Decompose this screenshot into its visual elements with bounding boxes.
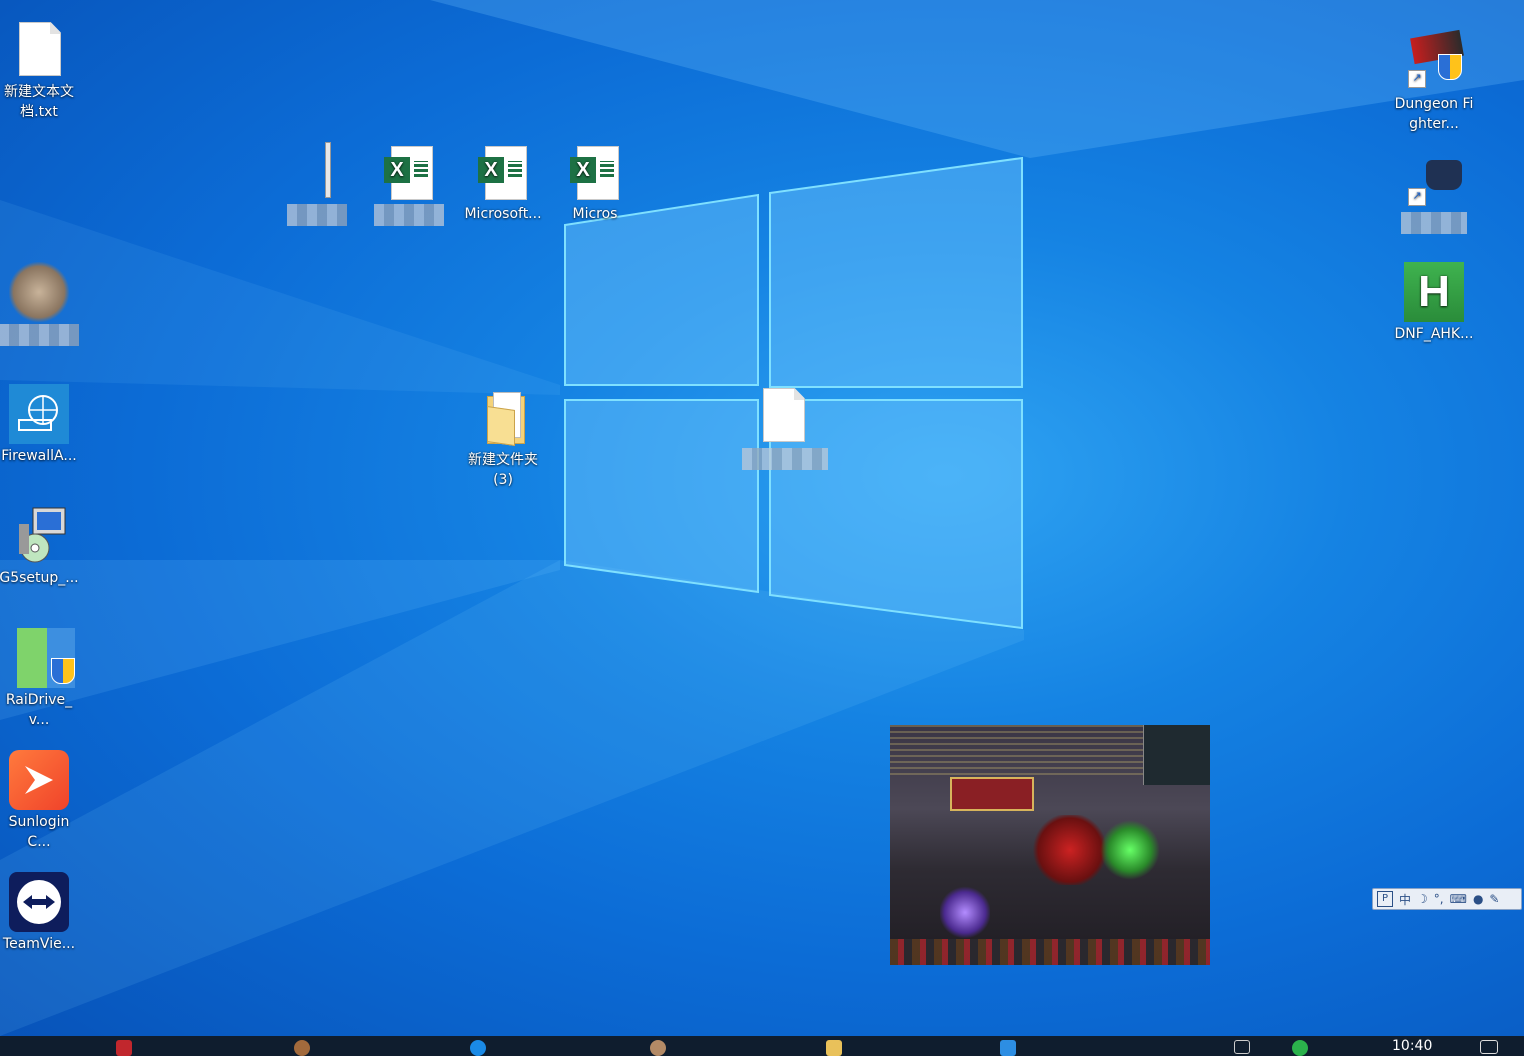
desktop-icon-label: Micros [572, 206, 618, 222]
game-minimap [1143, 725, 1210, 785]
obscured-label [1401, 212, 1467, 234]
obscured-label [742, 448, 828, 470]
desktop-icon-excel[interactable]: X Microsoft... [462, 142, 544, 224]
avatar-app-icon [294, 1040, 310, 1056]
keyboard-icon[interactable]: ⌨ [1450, 892, 1467, 906]
desktop-icon-obscured-shortcut[interactable]: ↗ [1392, 150, 1476, 240]
taskbar-item-browser[interactable] [470, 1040, 496, 1056]
desktop-icon-label: G5setup_... [0, 570, 79, 586]
desktop-icon-blank-file[interactable] [742, 386, 828, 476]
teamviewer-icon [9, 872, 69, 932]
game-window-preview[interactable] [890, 725, 1210, 965]
taskbar-clock[interactable]: 10:40 [1392, 1038, 1432, 1054]
desktop-icon-obscured-file[interactable] [276, 142, 358, 232]
shortcut-arrow-icon: ↗ [1408, 188, 1426, 206]
game-banner [950, 777, 1034, 811]
desktop-icon-dnf-ahk[interactable]: H DNF_AHK... [1392, 262, 1476, 344]
excel-icon: X [379, 142, 439, 202]
shield-icon [51, 658, 75, 684]
file-icon [287, 142, 347, 202]
moon-icon[interactable]: ☽ [1417, 892, 1428, 906]
dungeon-fighter-icon: ↗ [1404, 29, 1464, 92]
ime-lang-toggle[interactable]: 中 [1399, 891, 1411, 908]
desktop-icon-sunlogin[interactable]: SunloginC... [0, 750, 80, 852]
notification-icon[interactable] [1480, 1040, 1508, 1056]
taskbar-item-store[interactable] [1000, 1040, 1026, 1056]
cat-icon: ↗ [1404, 150, 1464, 210]
desktop-icon-label: SunloginC... [8, 814, 70, 850]
punct-icon[interactable]: °, [1434, 892, 1444, 906]
desktop-icon-firewall[interactable]: FirewallA... [0, 384, 80, 466]
raidrive-icon [9, 628, 75, 688]
obscured-avatar-icon [9, 262, 69, 322]
desktop-icon-label: FirewallA... [1, 448, 77, 464]
user-icon[interactable]: ● [1473, 892, 1483, 906]
folder-app-icon [826, 1040, 842, 1056]
ime-logo-icon[interactable]: P [1377, 891, 1393, 907]
game-character [1030, 815, 1110, 885]
tray-wechat-icon[interactable] [1292, 1040, 1318, 1056]
sunlogin-icon [9, 750, 69, 810]
desktop-icon-label: 新建文本文档.txt [4, 84, 74, 120]
desktop-icon-dungeon-fighter[interactable]: ↗ Dungeon Fighter... [1392, 29, 1476, 134]
obscured-label [0, 324, 79, 346]
taskbar-item-avatar[interactable] [294, 1040, 320, 1056]
desktop-icon-text-file[interactable]: 新建文本文档.txt [0, 20, 80, 122]
desktop-icon-excel-2[interactable]: X Micros [554, 142, 636, 224]
desktop-icon-label: RaiDrive_v... [5, 692, 73, 728]
text-file-icon [9, 20, 69, 80]
pdf-app-icon [116, 1040, 132, 1056]
store-app-icon [1000, 1040, 1016, 1056]
taskbar: 10:40 [0, 1036, 1524, 1056]
obscured-label [374, 204, 444, 226]
obscured-label [287, 204, 347, 226]
desktop-icon-label: TeamVie... [2, 936, 76, 952]
desktop-icon-label: DNF_AHK... [1394, 326, 1474, 342]
blank-file-icon [753, 386, 813, 446]
avatar-app-icon [650, 1040, 666, 1056]
desktop-icon-label: 新建文件夹 (3) [468, 452, 538, 488]
excel-icon: X [473, 142, 533, 202]
desktop-icon-obscured[interactable] [0, 262, 80, 352]
desktop-icon-label: Microsoft... [464, 206, 542, 222]
taskbar-item-avatar-2[interactable] [650, 1040, 676, 1056]
taskbar-item-folder[interactable] [826, 1040, 852, 1056]
desktop-icon-label: Dungeon Fighter... [1394, 96, 1474, 132]
desktop-icon-folder[interactable]: 新建文件夹 (3) [462, 388, 544, 490]
excel-icon: X [565, 142, 625, 202]
desktop-icon-g5setup[interactable]: G5setup_... [0, 506, 80, 588]
desktop-icon-teamviewer[interactable]: TeamVie... [0, 872, 80, 954]
wrench-icon[interactable]: ✎ [1489, 892, 1499, 906]
ime-toolbar[interactable]: P 中 ☽ °, ⌨ ● ✎ [1372, 888, 1522, 910]
firewall-icon [9, 384, 69, 444]
game-character [940, 885, 990, 940]
desktop-icon-excel-obscured[interactable]: X [368, 142, 450, 232]
folder-icon [473, 388, 533, 448]
tray-network-icon[interactable] [1234, 1040, 1260, 1056]
shortcut-arrow-icon: ↗ [1408, 70, 1426, 88]
taskbar-item-pdf[interactable] [116, 1040, 142, 1056]
game-skill-bar [890, 939, 1210, 965]
ahk-icon: H [1404, 262, 1464, 322]
browser-app-icon [470, 1040, 486, 1056]
shield-icon [1438, 54, 1462, 80]
desktop-icon-raidrive[interactable]: RaiDrive_v... [0, 628, 80, 730]
installer-icon [9, 506, 69, 566]
wallpaper [0, 0, 1524, 1036]
game-effect [1100, 820, 1160, 880]
